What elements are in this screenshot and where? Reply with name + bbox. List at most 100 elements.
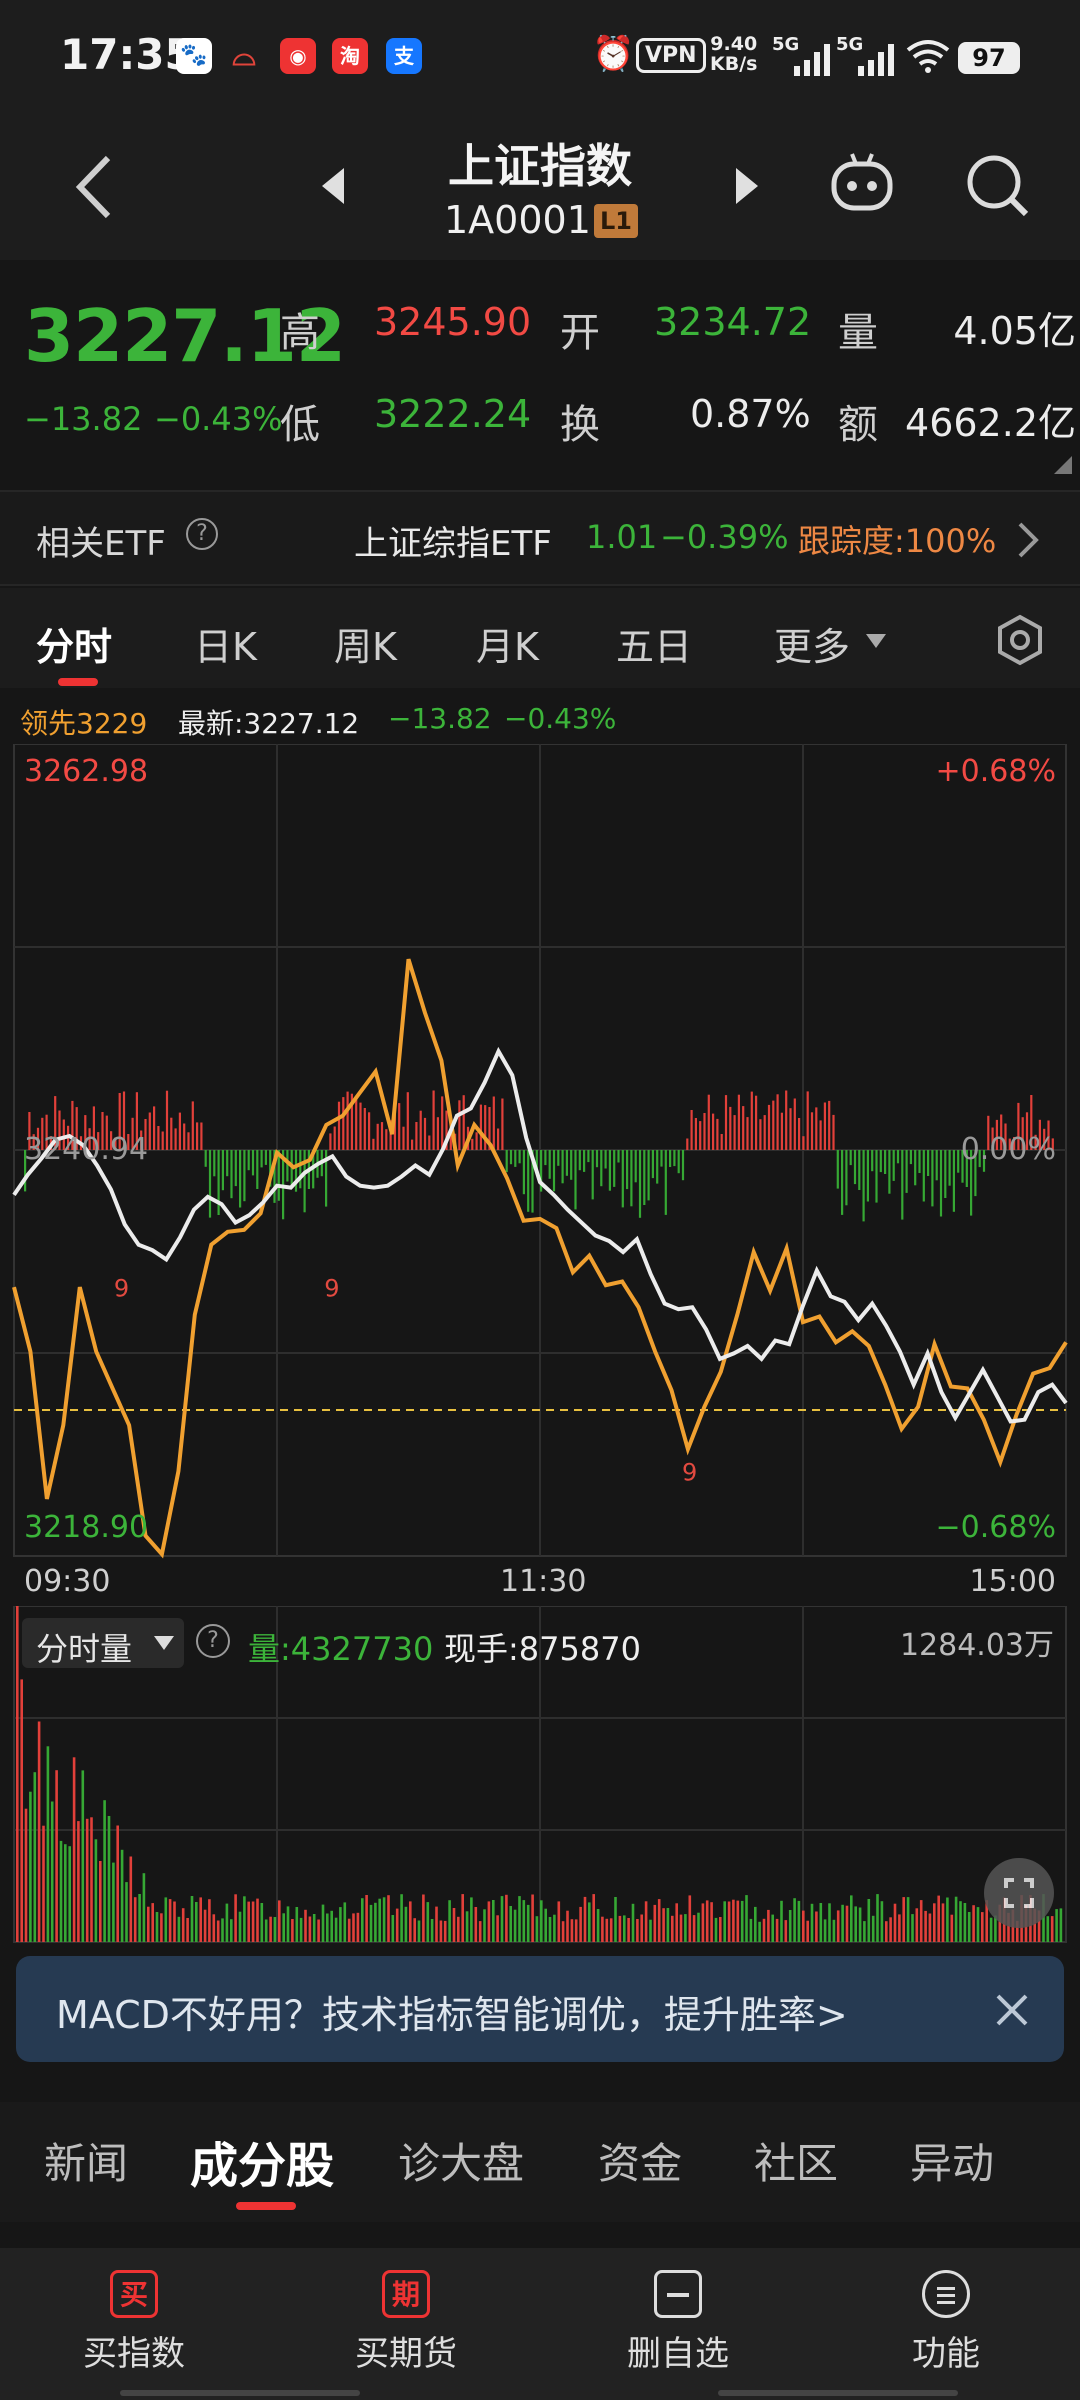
volume-bar [391, 1915, 395, 1942]
volume-bar [369, 1904, 373, 1942]
histogram-bar [552, 1150, 556, 1192]
close-icon[interactable] [994, 1992, 1030, 2028]
tab-market-diagnosis[interactable]: 诊大盘 [398, 2130, 524, 2191]
chevron-right-icon[interactable] [1016, 520, 1040, 560]
price-max-label: 3262.98 [24, 754, 149, 789]
promo-banner[interactable]: MACD不好用？技术指标智能调优，提升胜率> [16, 1956, 1064, 2062]
price-change-pct: −0.43% [154, 400, 283, 438]
histogram-bar [505, 1150, 508, 1173]
dropdown-arrow-icon[interactable] [864, 632, 888, 650]
volume-bar [81, 1770, 85, 1942]
buy-futures-button[interactable]: 期 买期货 [296, 2248, 516, 2400]
volume-bar [570, 1919, 574, 1942]
tab-five-day[interactable]: 五日 [616, 616, 692, 671]
volume-bar [531, 1894, 534, 1942]
volume-bar [50, 1801, 54, 1942]
volume-bar [20, 1679, 23, 1942]
tab-unusual[interactable]: 异动 [910, 2130, 994, 2191]
histogram-bar [832, 1114, 835, 1150]
delete-watchlist-button[interactable]: 删自选 [568, 2248, 788, 2400]
histogram-bar [161, 1131, 164, 1150]
volume-bar [841, 1904, 844, 1942]
intraday-price-chart[interactable]: 9 9 9 [0, 744, 1080, 1590]
tab-daily-k[interactable]: 日K [194, 616, 257, 671]
functions-button[interactable]: 功能 [836, 2248, 1056, 2400]
settings-hex-icon[interactable] [994, 614, 1046, 666]
histogram-bar [527, 1150, 530, 1212]
volume-bar [173, 1901, 176, 1942]
open-value: 3234.72 [654, 300, 812, 344]
taobao-app-icon: 淘 [332, 38, 368, 74]
histogram-bar [432, 1090, 435, 1150]
volume-bar [701, 1903, 705, 1942]
histogram-bar [583, 1150, 586, 1172]
fullscreen-icon [1004, 1878, 1034, 1908]
histogram-bar [484, 1105, 487, 1150]
robot-icon[interactable] [826, 150, 898, 222]
histogram-bar [359, 1102, 362, 1150]
tab-funds[interactable]: 资金 [598, 2130, 682, 2191]
tab-news[interactable]: 新闻 [44, 2130, 128, 2191]
volume-bar [413, 1918, 416, 1942]
histogram-bar [630, 1150, 633, 1207]
histogram-bar [200, 1122, 203, 1150]
histogram-bar [884, 1150, 887, 1174]
tab-more[interactable]: 更多 [774, 616, 850, 671]
next-stock-icon[interactable] [732, 166, 762, 206]
histogram-bar [578, 1150, 581, 1171]
histogram-bar [952, 1150, 955, 1212]
volume-bar [409, 1901, 412, 1942]
histogram-bar [243, 1150, 246, 1202]
volume-bar [898, 1914, 901, 1942]
histogram-bar [337, 1101, 341, 1150]
fullscreen-button[interactable] [984, 1858, 1054, 1928]
volume-bar [692, 1915, 696, 1942]
volume-bar [915, 1908, 919, 1942]
expand-corner-icon[interactable] [1054, 456, 1072, 474]
histogram-bar [841, 1150, 844, 1215]
tab-constituents[interactable]: 成分股 [190, 2126, 334, 2196]
tab-monthly-k[interactable]: 月K [476, 616, 539, 671]
volume-bar [203, 1909, 207, 1942]
volume-help-icon[interactable]: ? [196, 1624, 230, 1658]
histogram-bar [333, 1126, 336, 1150]
histogram-bar [148, 1112, 151, 1150]
volume-bar [719, 1917, 722, 1942]
volume-bar [492, 1900, 495, 1942]
help-icon[interactable]: ? [186, 518, 218, 550]
volume-bar [1059, 1908, 1063, 1942]
volume-bar [941, 1903, 945, 1942]
tab-community[interactable]: 社区 [754, 2130, 838, 2191]
nav-header: 上证指数 1A0001 L1 [0, 110, 1080, 260]
histogram-bar [183, 1123, 186, 1150]
volume-bar [500, 1896, 504, 1942]
volume-bar [919, 1900, 923, 1942]
volume-bar [553, 1914, 556, 1942]
buy-index-button[interactable]: 买 买指数 [24, 2248, 244, 2400]
histogram-bar [896, 1150, 900, 1164]
histogram-bar [574, 1150, 577, 1210]
pct-max-label: +0.68% [935, 754, 1056, 789]
volume-bar [352, 1913, 355, 1942]
tab-intraday[interactable]: 分时 [36, 616, 112, 671]
volume-bar [443, 1920, 447, 1942]
histogram-bar [634, 1150, 637, 1183]
volume-bar [470, 1897, 473, 1942]
volume-selector[interactable]: 分时量 [22, 1618, 184, 1668]
volume-bar [387, 1895, 390, 1942]
histogram-bar [613, 1150, 616, 1187]
tab-weekly-k[interactable]: 周K [334, 616, 397, 671]
volume-bar [736, 1900, 740, 1942]
related-etf-row[interactable]: 相关ETF ? 上证综指ETF 1.01 −0.39% 跟踪度:100% [0, 490, 1080, 586]
search-icon[interactable] [962, 150, 1032, 220]
histogram-bar [557, 1150, 560, 1166]
volume-bar [107, 1816, 111, 1942]
low-value: 3222.24 [374, 392, 532, 436]
histogram-bar [669, 1150, 672, 1167]
volume-bar [356, 1912, 360, 1942]
histogram-bar [819, 1120, 822, 1150]
volume-bar [858, 1907, 862, 1942]
volume-max-label: 1284.03万 [899, 1628, 1054, 1663]
histogram-bar [604, 1150, 607, 1169]
etf-tracking: 跟踪度:100% [798, 522, 997, 560]
